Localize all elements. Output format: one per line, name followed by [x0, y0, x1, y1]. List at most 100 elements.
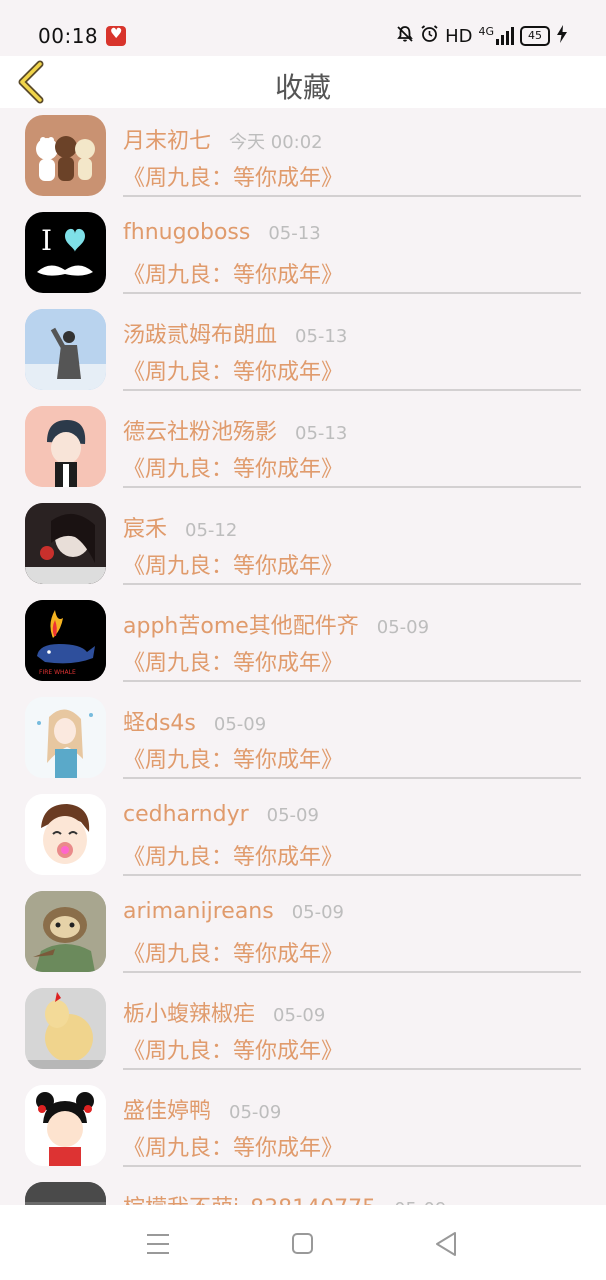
item-text: 棕檬我不萌i_83814077505-09《周九良：等你成年》: [123, 1175, 581, 1205]
charging-icon: [556, 24, 568, 48]
user-name[interactable]: 蛏ds4s: [123, 711, 196, 736]
item-text: 宸禾 05-12 《周九良：等你成年》: [123, 496, 581, 585]
user-name[interactable]: 棕檬我不萌i_838140775: [123, 1196, 376, 1205]
user-name[interactable]: cedharndyr: [123, 802, 249, 827]
list-item[interactable]: 蛏ds4s 05-09 《周九良：等你成年》: [0, 690, 606, 787]
story-title[interactable]: 《周九良：等你成年》: [123, 354, 343, 386]
item-text: arimanijreans 05-09 《周九良：等你成年》: [123, 884, 581, 973]
item-text: cedharndyr 05-09 《周九良：等你成年》: [123, 787, 581, 876]
item-text: 栃小蝮辣椒疟 05-09 《周九良：等你成年》: [123, 981, 581, 1070]
home-square-icon: [292, 1233, 313, 1254]
cartoon-girl-icon: [25, 1085, 106, 1166]
favorites-list[interactable]: 月末初七 今天 00:02 《周九良：等你成年》 Ifhnugoboss 05-13 《周…: [0, 108, 606, 1205]
timestamp: 05-09: [213, 714, 267, 735]
story-title[interactable]: 《周九良：等你成年》: [123, 839, 343, 871]
user-name[interactable]: fhnugoboss: [123, 220, 250, 245]
avatar[interactable]: [25, 794, 106, 875]
user-name-line: 盛佳婷鸭 05-09: [123, 1093, 281, 1125]
svg-text:I: I: [41, 224, 52, 257]
back-triangle-icon: [436, 1232, 456, 1256]
avatar[interactable]: [25, 503, 106, 584]
story-title[interactable]: 《周九良：等你成年》: [123, 1033, 343, 1065]
user-name-line: arimanijreans 05-09: [123, 899, 344, 924]
menu-icon: [147, 1234, 169, 1254]
user-name[interactable]: apph苦ome其他配件齐: [123, 614, 359, 639]
dog-figurine-icon: [25, 988, 106, 1069]
list-item[interactable]: 棕檬我不萌i_83814077505-09《周九良：等你成年》: [0, 1175, 606, 1205]
sloth-icon: [25, 891, 106, 972]
list-item[interactable]: 盛佳婷鸭 05-09 《周九良：等你成年》: [0, 1078, 606, 1175]
user-name-line: 蛏ds4s 05-09: [123, 705, 266, 737]
user-name-line: 棕檬我不萌i_83814077505-09: [123, 1190, 446, 1205]
menu-button[interactable]: [138, 1227, 178, 1261]
user-name[interactable]: 月末初七: [123, 129, 211, 154]
bears-icon: [25, 136, 106, 196]
timestamp: 05-12: [185, 520, 238, 541]
list-item[interactable]: 德云社粉池殇影 05-13 《周九良：等你成年》: [0, 399, 606, 496]
list-item[interactable]: 汤跋贰姆布朗血 05-13 《周九良：等你成年》: [0, 302, 606, 399]
hd-label: HD: [445, 25, 473, 47]
avatar[interactable]: FIRE WHALE: [25, 600, 106, 681]
page-title: 收藏: [274, 71, 331, 104]
avatar[interactable]: [25, 1182, 106, 1205]
cartoon-baby-icon: [25, 794, 106, 875]
avatar[interactable]: [25, 1085, 106, 1166]
list-item[interactable]: 栃小蝮辣椒疟 05-09 《周九良：等你成年》: [0, 981, 606, 1078]
story-title[interactable]: 《周九良：等你成年》: [123, 451, 343, 483]
man-sky-icon: [25, 309, 106, 390]
avatar[interactable]: I: [25, 212, 106, 293]
item-text: 汤跋贰姆布朗血 05-13 《周九良：等你成年》: [123, 302, 581, 391]
fire-whale-icon: FIRE WHALE: [25, 600, 106, 681]
timestamp: 今天 00:02: [229, 132, 323, 153]
user-name-line: 栃小蝮辣椒疟 05-09: [123, 996, 325, 1028]
signal-icon: 4G: [478, 25, 514, 45]
avatar[interactable]: [25, 309, 106, 390]
user-name[interactable]: 盛佳婷鸭: [123, 1099, 211, 1124]
story-title[interactable]: 《周九良：等你成年》: [123, 160, 343, 192]
list-item[interactable]: Ifhnugoboss 05-13 《周九良：等你成年》: [0, 205, 606, 302]
anime-boy-icon: [25, 406, 106, 487]
timestamp: 05-09: [229, 1102, 282, 1123]
status-time: 00:18: [38, 24, 99, 48]
user-name[interactable]: 宸禾: [123, 517, 167, 542]
story-title[interactable]: 《周九良：等你成年》: [123, 257, 343, 289]
list-item[interactable]: arimanijreans 05-09 《周九良：等你成年》: [0, 884, 606, 981]
story-title[interactable]: 《周九良：等你成年》: [123, 742, 343, 774]
avatar[interactable]: [25, 406, 106, 487]
app-notification-icon: [106, 26, 126, 46]
timestamp: 05-13: [295, 326, 348, 347]
item-text: 月末初七 今天 00:02 《周九良：等你成年》: [123, 108, 581, 197]
timestamp: 05-13: [268, 223, 321, 244]
status-icons: HD 4G 45: [396, 24, 568, 48]
avatar[interactable]: [25, 697, 106, 778]
user-name[interactable]: arimanijreans: [123, 899, 274, 924]
story-title[interactable]: 《周九良：等你成年》: [123, 645, 343, 677]
user-name[interactable]: 汤跋贰姆布朗血: [123, 323, 277, 348]
user-name-line: apph苦ome其他配件齐 05-09: [123, 608, 429, 640]
avatar[interactable]: [25, 988, 106, 1069]
item-text: 蛏ds4s 05-09 《周九良：等你成年》: [123, 690, 581, 779]
user-name-line: 月末初七 今天 00:02: [123, 123, 323, 155]
svg-text:FIRE WHALE: FIRE WHALE: [39, 669, 76, 676]
list-item[interactable]: FIRE WHALE apph苦ome其他配件齐 05-09 《周九良：等你成年》: [0, 593, 606, 690]
user-name-line: fhnugoboss 05-13: [123, 220, 321, 245]
user-name-line: 宸禾 05-12: [123, 511, 237, 543]
list-item[interactable]: 月末初七 今天 00:02 《周九良：等你成年》: [0, 108, 606, 205]
user-name[interactable]: 栃小蝮辣椒疟: [123, 1002, 255, 1027]
story-title[interactable]: 《周九良：等你成年》: [123, 1130, 343, 1162]
story-title[interactable]: 《周九良：等你成年》: [123, 936, 343, 968]
user-name-line: 汤跋贰姆布朗血 05-13: [123, 317, 347, 349]
item-text: 德云社粉池殇影 05-13 《周九良：等你成年》: [123, 399, 581, 488]
status-bar: 00:18 HD 4G 45: [0, 0, 606, 56]
girl-rose-icon: [25, 503, 106, 584]
home-button[interactable]: [283, 1227, 323, 1261]
avatar[interactable]: [25, 115, 106, 196]
network-label: 4G: [478, 25, 494, 38]
list-item[interactable]: cedharndyr 05-09 《周九良：等你成年》: [0, 787, 606, 884]
list-item[interactable]: 宸禾 05-12 《周九良：等你成年》: [0, 496, 606, 593]
silent-bell-icon: [396, 25, 414, 48]
user-name[interactable]: 德云社粉池殇影: [123, 420, 277, 445]
back-nav-button[interactable]: [427, 1227, 467, 1261]
avatar[interactable]: [25, 891, 106, 972]
story-title[interactable]: 《周九良：等你成年》: [123, 548, 343, 580]
